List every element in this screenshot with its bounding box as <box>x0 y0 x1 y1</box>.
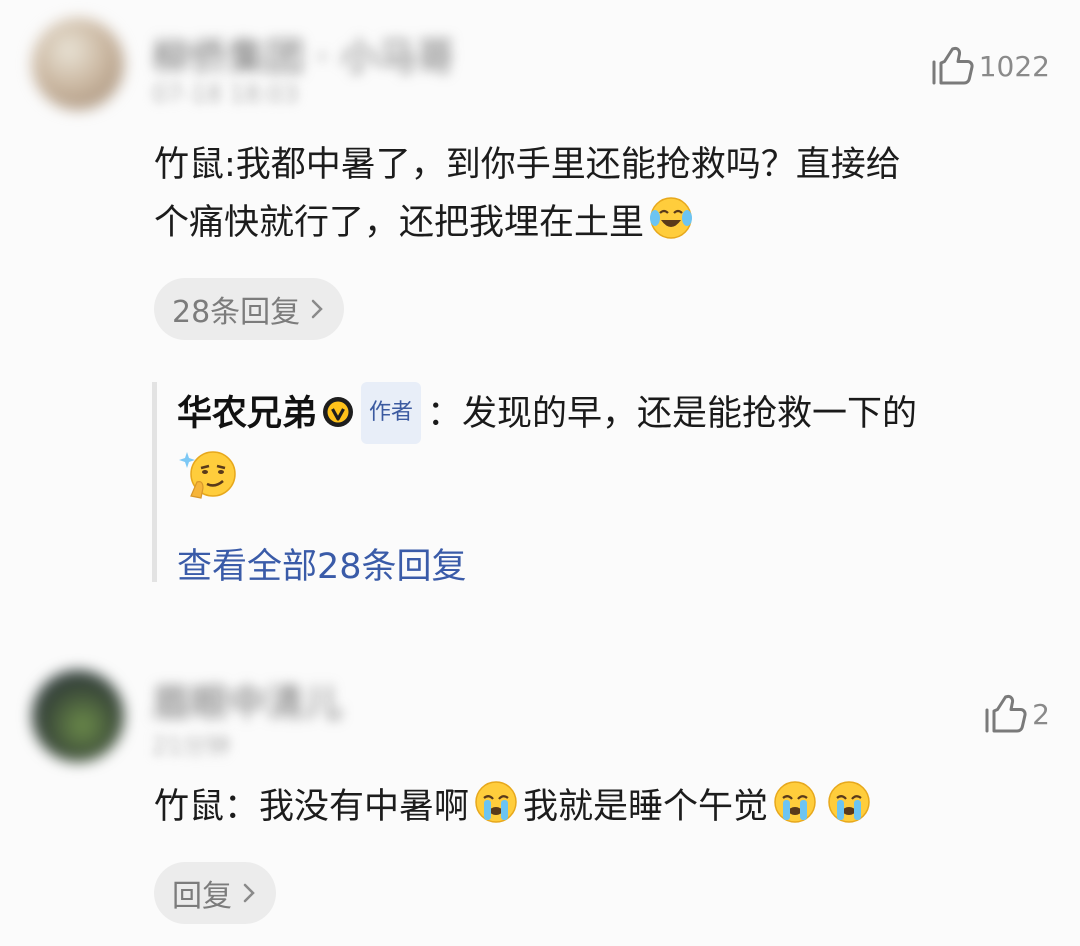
laugh-cry-emoji <box>650 197 693 239</box>
thumbs-up-icon <box>932 46 974 85</box>
comment-username[interactable]: 眉眼中清儿 <box>152 672 342 727</box>
like-button[interactable]: 2 <box>984 694 1050 734</box>
comment-username[interactable]: 柳侨集团 · 小马哥 <box>152 26 454 81</box>
reply-button[interactable]: 回复 <box>154 862 276 924</box>
crying-emoji <box>774 781 816 823</box>
comment-time: 07-18 18:03 <box>152 80 299 108</box>
reply-label: 回复 <box>172 879 232 914</box>
comment-text-line: 个痛快就行了，还把我埋在土里 <box>154 203 645 243</box>
avatar[interactable] <box>32 670 124 762</box>
like-count: 1022 <box>978 49 1050 83</box>
verified-badge-icon <box>323 397 354 427</box>
sub-reply-author[interactable]: 华农兄弟 <box>177 394 317 434</box>
comment-list: 柳侨集团 · 小马哥 07-18 18:03 1022 竹鼠:我都中暑了，到你手… <box>0 0 1080 946</box>
view-all-replies-link[interactable]: 查看全部28条回复 <box>177 538 467 589</box>
crying-emoji <box>828 781 870 823</box>
sub-reply-text: ：发现的早，还是能抢救一下的 <box>427 394 918 434</box>
like-button[interactable]: 1022 <box>931 46 1050 86</box>
sub-reply: 华农兄弟 作者 ：发现的早，还是能抢救一下的 查看全部28条回复 <box>152 382 1052 587</box>
comment-text-segment: 我就是睡个午觉 <box>523 787 769 827</box>
comment-text: 竹鼠：我没有中暑啊 我就是睡个午觉 <box>154 778 1042 836</box>
comment-time: 21分钟 <box>152 732 231 760</box>
crying-emoji <box>475 781 517 823</box>
sub-reply-line: 华农兄弟 作者 ：发现的早，还是能抢救一下的 <box>177 382 917 444</box>
like-count: 2 <box>1032 697 1050 731</box>
comment-text: 竹鼠:我都中暑了，到你手里还能抢救吗？直接给 个痛快就行了，还把我埋在土里 <box>154 136 1042 252</box>
comment-item: 柳侨集团 · 小马哥 07-18 18:03 1022 竹鼠:我都中暑了，到你手… <box>0 0 1080 640</box>
smug-emoji <box>179 451 236 499</box>
replies-button[interactable]: 28条回复 <box>154 278 345 340</box>
author-tag: 作者 <box>361 382 422 444</box>
chevron-right-icon <box>311 299 323 319</box>
comment-text-line: 竹鼠:我都中暑了，到你手里还能抢救吗？直接给 <box>154 145 901 185</box>
replies-label: 28条回复 <box>172 295 301 330</box>
avatar[interactable] <box>32 18 124 110</box>
thumbs-up-icon <box>985 694 1027 733</box>
comment-text-segment: 竹鼠：我没有中暑啊 <box>154 787 470 827</box>
chevron-right-icon <box>243 883 255 903</box>
comment-item: 眉眼中清儿 21分钟 2 竹鼠：我没有中暑啊 我就是睡个午觉 回复 <box>0 650 1080 946</box>
